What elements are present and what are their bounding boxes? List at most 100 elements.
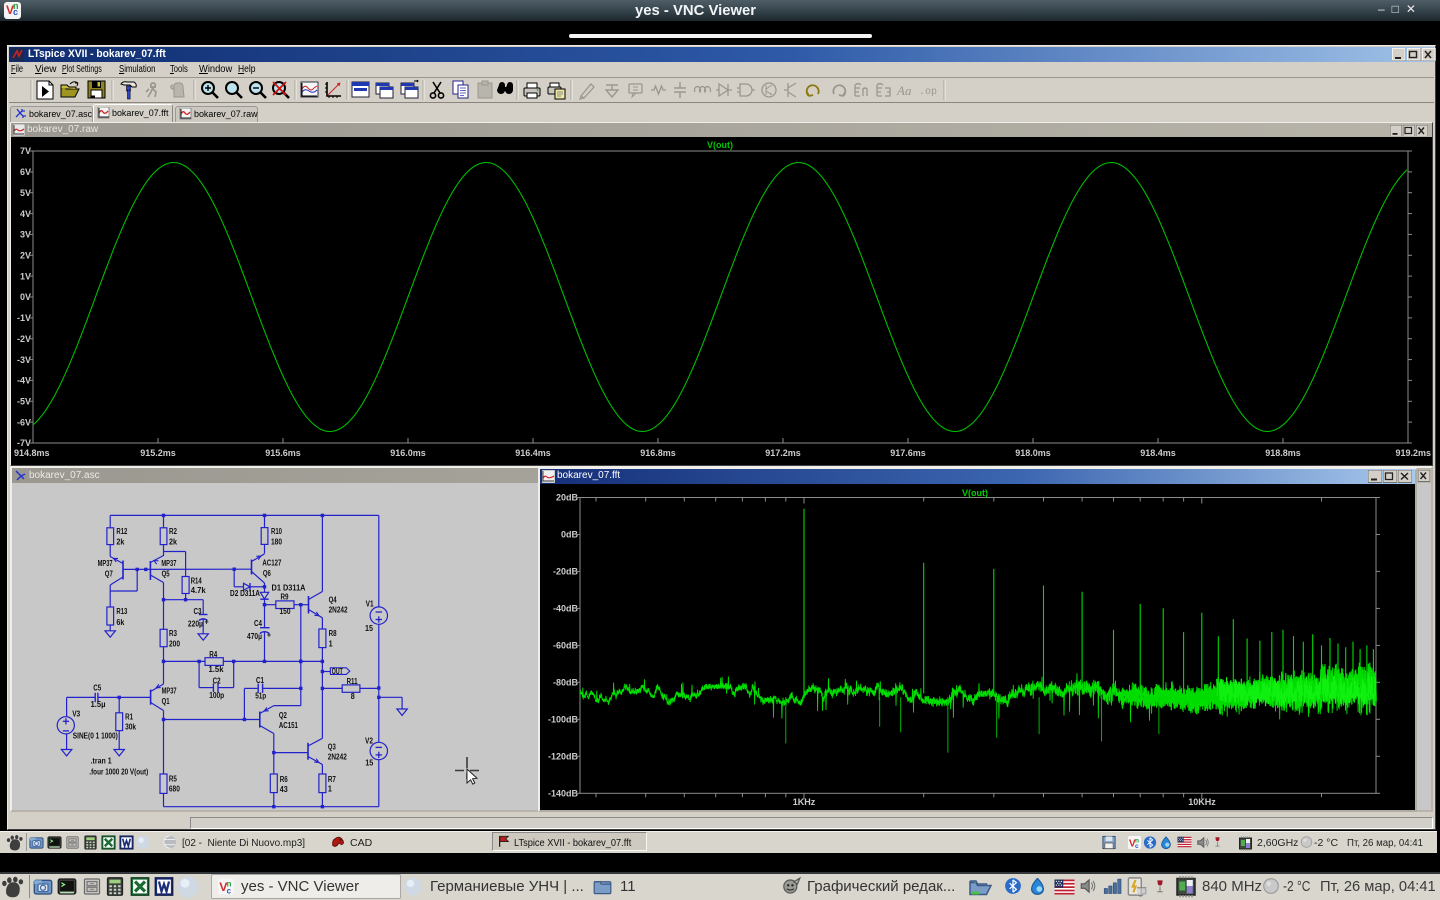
svg-text:915.6ms: 915.6ms — [265, 448, 301, 458]
svg-text:-20dB: -20dB — [553, 567, 579, 577]
svg-text:.tran 1: .tran 1 — [91, 756, 112, 766]
svg-text:MP37: MP37 — [98, 558, 113, 568]
svg-text:15: 15 — [365, 758, 373, 768]
svg-text:MP37: MP37 — [162, 686, 177, 696]
svg-text:-40dB: -40dB — [553, 604, 579, 614]
svg-text:R12: R12 — [116, 526, 127, 536]
svg-text:.four 1000 20 V(out): .four 1000 20 V(out) — [89, 766, 148, 776]
svg-text:-5V: -5V — [17, 396, 31, 406]
svg-text:-6V: -6V — [17, 417, 31, 427]
svg-text:.op: .op — [919, 87, 937, 98]
svg-text:c: c — [227, 886, 232, 895]
svg-text:2k: 2k — [116, 537, 124, 547]
svg-text:R10: R10 — [271, 526, 282, 536]
svg-text:680: 680 — [169, 784, 180, 794]
svg-text:470µ: 470µ — [247, 631, 262, 641]
svg-text:R7: R7 — [328, 774, 336, 784]
svg-text:V1: V1 — [366, 598, 374, 608]
svg-text:-7V: -7V — [17, 438, 31, 448]
svg-text:1: 1 — [328, 784, 332, 794]
svg-text:220µ: 220µ — [188, 619, 203, 629]
svg-text:V3: V3 — [72, 709, 80, 719]
svg-text:AC127: AC127 — [262, 558, 281, 568]
svg-text:AC151: AC151 — [279, 720, 298, 730]
svg-text:C1: C1 — [256, 675, 264, 685]
svg-text:R8: R8 — [329, 628, 337, 638]
svg-text:V(out): V(out) — [962, 488, 988, 498]
svg-text:917.2ms: 917.2ms — [765, 448, 801, 458]
svg-text:R11: R11 — [347, 676, 358, 686]
svg-text:OUT: OUT — [332, 666, 343, 676]
svg-text:Aa: Aa — [896, 83, 912, 98]
svg-text:-80dB: -80dB — [553, 678, 579, 688]
svg-text:10KHz: 10KHz — [1188, 797, 1216, 807]
svg-text:914.8ms: 914.8ms — [14, 448, 50, 458]
svg-text:-60dB: -60dB — [553, 641, 579, 651]
svg-text:C5: C5 — [93, 683, 101, 693]
svg-text:Q4: Q4 — [329, 595, 337, 605]
svg-text:MP37: MP37 — [161, 558, 176, 568]
svg-text:R2: R2 — [169, 526, 177, 536]
svg-text:R5: R5 — [169, 774, 177, 784]
svg-text:916.8ms: 916.8ms — [640, 448, 676, 458]
svg-text:2k: 2k — [169, 537, 177, 547]
svg-text:-4V: -4V — [17, 376, 31, 386]
svg-text:4.7k: 4.7k — [191, 585, 206, 595]
svg-text:917.6ms: 917.6ms — [890, 448, 926, 458]
svg-text:1.5k: 1.5k — [209, 664, 224, 674]
svg-text:Q6: Q6 — [263, 568, 271, 578]
svg-text:Q5: Q5 — [162, 568, 170, 578]
svg-text:1: 1 — [329, 638, 333, 648]
svg-text:919.2ms: 919.2ms — [1395, 448, 1431, 458]
svg-text:0dB: 0dB — [561, 530, 579, 540]
svg-text:+: + — [205, 617, 209, 627]
svg-text:R9: R9 — [281, 591, 289, 601]
svg-text:150: 150 — [280, 606, 291, 616]
svg-text:-140dB: -140dB — [548, 789, 579, 799]
svg-text:Q3: Q3 — [328, 742, 336, 752]
svg-text:-2V: -2V — [17, 334, 31, 344]
svg-text:-100dB: -100dB — [548, 715, 579, 725]
svg-text:C2: C2 — [213, 675, 221, 685]
svg-text:918.8ms: 918.8ms — [1265, 448, 1301, 458]
svg-text:D1 D311A: D1 D311A — [272, 583, 306, 593]
svg-text:Q7: Q7 — [105, 568, 113, 578]
svg-text:2N242: 2N242 — [328, 752, 347, 762]
svg-text:15: 15 — [365, 623, 373, 633]
svg-text:20dB: 20dB — [556, 493, 579, 503]
svg-text:Q1: Q1 — [162, 696, 170, 706]
svg-text:-3V: -3V — [17, 355, 31, 365]
svg-text:43: 43 — [280, 784, 288, 794]
svg-text:c: c — [1135, 843, 1139, 850]
svg-text:R1: R1 — [125, 712, 133, 722]
svg-text:-1V: -1V — [17, 313, 31, 323]
svg-text:180: 180 — [271, 536, 282, 546]
svg-text:R3: R3 — [169, 628, 177, 638]
svg-text:-120dB: -120dB — [548, 752, 579, 762]
svg-text:C3: C3 — [194, 606, 202, 616]
svg-text:C4: C4 — [254, 618, 262, 628]
svg-text:R4: R4 — [209, 649, 217, 659]
svg-text:100p: 100p — [209, 690, 224, 700]
svg-text:8: 8 — [351, 691, 355, 701]
svg-text:SINE(0 1 1000): SINE(0 1 1000) — [73, 730, 118, 740]
svg-text:30k: 30k — [125, 722, 136, 732]
svg-text:2N242: 2N242 — [329, 605, 348, 615]
svg-text:916.4ms: 916.4ms — [515, 448, 551, 458]
svg-text:V2: V2 — [365, 736, 373, 746]
svg-text:R6: R6 — [280, 774, 288, 784]
svg-text:R13: R13 — [116, 606, 127, 616]
svg-text:51p: 51p — [255, 691, 266, 701]
svg-text:1.5µ: 1.5µ — [91, 699, 106, 709]
svg-text:Q2: Q2 — [279, 710, 287, 720]
svg-text:D2 D311A: D2 D311A — [230, 588, 260, 598]
svg-text:6k: 6k — [116, 617, 124, 627]
svg-text:V(out): V(out) — [707, 140, 733, 150]
svg-text:916.0ms: 916.0ms — [390, 448, 426, 458]
svg-text:+: + — [267, 630, 271, 640]
svg-text:1KHz: 1KHz — [793, 797, 816, 807]
svg-text:918.4ms: 918.4ms — [1140, 448, 1176, 458]
svg-text:915.2ms: 915.2ms — [140, 448, 176, 458]
svg-text:918.0ms: 918.0ms — [1015, 448, 1051, 458]
svg-text:200: 200 — [169, 639, 180, 649]
